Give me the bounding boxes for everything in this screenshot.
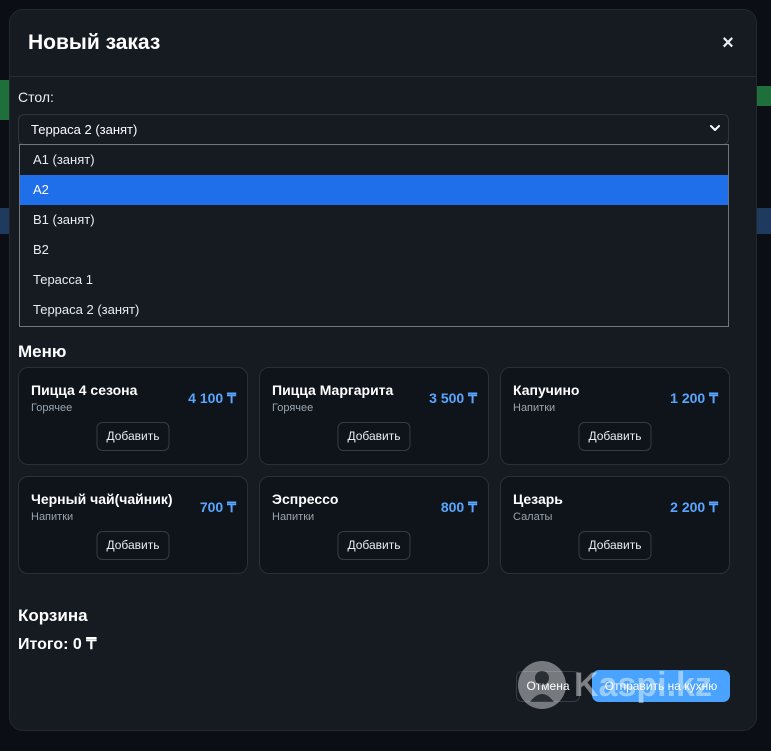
modal-header: Новый заказ ×	[10, 10, 756, 77]
menu-item-name: Пицца Маргарита	[272, 382, 394, 398]
backdrop-element	[0, 208, 9, 234]
cart-title: Корзина	[18, 606, 88, 625]
close-icon[interactable]: ×	[718, 32, 738, 55]
menu-item-category: Горячее	[31, 402, 73, 414]
menu-item-category: Горячее	[272, 402, 314, 414]
add-item-button[interactable]: Добавить	[578, 531, 652, 560]
menu-item-price: 800 ₸	[440, 499, 477, 515]
menu-item-card: Цезарь Салаты 2 200 ₸ Добавить	[500, 476, 730, 574]
menu-item-name: Капучино	[513, 382, 580, 398]
menu-item-name: Эспрессо	[272, 491, 339, 507]
menu-title: Меню	[18, 342, 67, 361]
menu-item-name: Цезарь	[513, 491, 563, 507]
backdrop-element	[757, 208, 771, 234]
menu-item-card: Пицца Маргарита Горячее 3 500 ₸ Добавить	[259, 367, 489, 465]
add-item-button[interactable]: Добавить	[96, 422, 170, 451]
menu-item-name: Черный чай(чайник)	[31, 491, 173, 507]
menu-item-card: Капучино Напитки 1 200 ₸ Добавить	[500, 367, 730, 465]
backdrop-element	[757, 86, 771, 106]
menu-item-price: 700 ₸	[199, 499, 236, 515]
add-item-button[interactable]: Добавить	[96, 531, 170, 560]
menu-item-category: Напитки	[272, 511, 315, 523]
modal-title: Новый заказ	[28, 31, 161, 54]
table-label: Стол:	[18, 89, 54, 105]
table-option[interactable]: Терасса 1	[20, 265, 728, 295]
menu-item-card: Эспрессо Напитки 800 ₸ Добавить	[259, 476, 489, 574]
add-item-button[interactable]: Добавить	[337, 531, 411, 560]
table-option[interactable]: B1 (занят)	[20, 205, 728, 235]
send-to-kitchen-button[interactable]: Отправить на кухню	[592, 670, 730, 702]
table-option[interactable]: A1 (занят)	[20, 145, 728, 175]
table-option-highlighted[interactable]: A2	[20, 175, 728, 205]
menu-item-category: Напитки	[31, 511, 74, 523]
menu-item-price: 4 100 ₸	[188, 390, 236, 406]
table-select-value: Терраса 2 (занят)	[31, 122, 138, 137]
menu-item-price: 3 500 ₸	[429, 390, 477, 406]
menu-item-category: Салаты	[513, 511, 553, 523]
chevron-down-icon	[710, 125, 720, 131]
menu-item-name: Пицца 4 сезона	[31, 382, 138, 398]
backdrop-element	[0, 80, 9, 120]
menu-item-category: Напитки	[513, 402, 556, 414]
menu-item-price: 1 200 ₸	[670, 390, 718, 406]
table-option[interactable]: Терраса 2 (занят)	[20, 295, 728, 325]
menu-item-price: 2 200 ₸	[670, 499, 718, 515]
table-select[interactable]: Терраса 2 (занят)	[18, 114, 729, 145]
menu-item-card: Черный чай(чайник) Напитки 700 ₸ Добавит…	[18, 476, 248, 574]
menu-item-card: Пицца 4 сезона Горячее 4 100 ₸ Добавить	[18, 367, 248, 465]
add-item-button[interactable]: Добавить	[578, 422, 652, 451]
table-option[interactable]: B2	[20, 235, 728, 265]
table-dropdown: A1 (занят) A2 B1 (занят) B2 Терасса 1 Те…	[19, 144, 729, 327]
cancel-button[interactable]: Отмена	[516, 671, 580, 702]
menu-grid: Пицца 4 сезона Горячее 4 100 ₸ Добавить …	[18, 367, 730, 574]
cart-total: Итого: 0 ₸	[18, 636, 97, 653]
add-item-button[interactable]: Добавить	[337, 422, 411, 451]
